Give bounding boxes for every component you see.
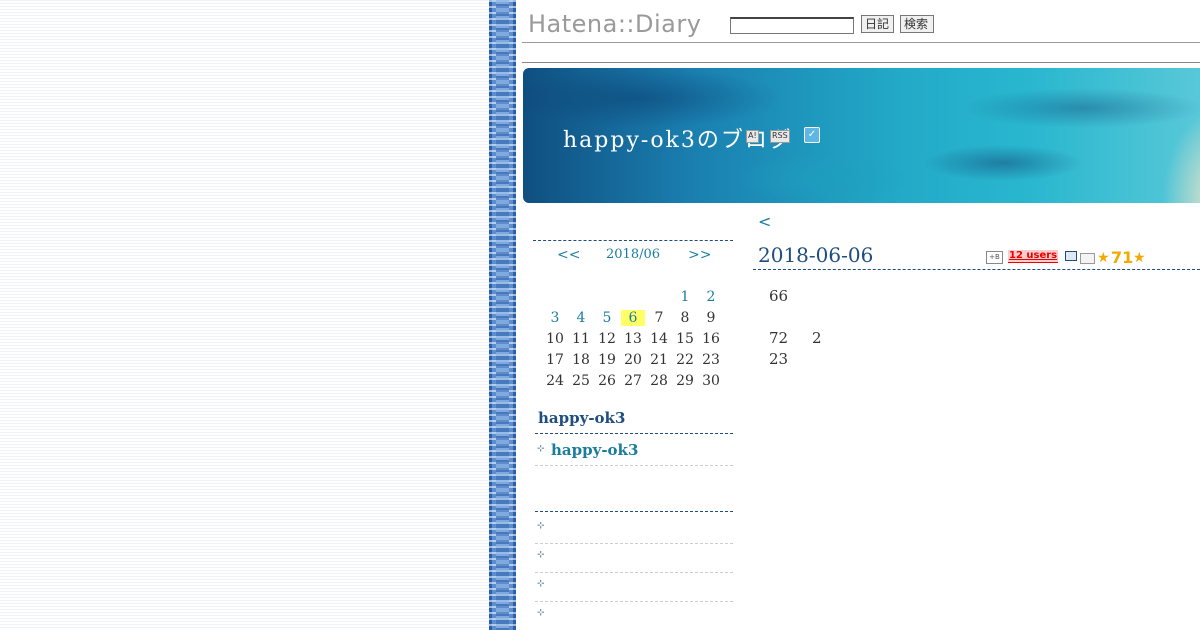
diary-button[interactable]: 日記 bbox=[861, 15, 894, 33]
calendar-day: 18 bbox=[572, 352, 590, 368]
prev-entry-link[interactable]: < bbox=[758, 212, 771, 231]
entry-text: 2 bbox=[812, 329, 822, 347]
sidebar-item-profile[interactable]: happy-ok3 bbox=[551, 441, 638, 459]
calendar-day: 10 bbox=[546, 331, 564, 347]
search-button[interactable]: 検索 bbox=[900, 15, 934, 33]
hatena-antenna-icon[interactable]: A! bbox=[746, 130, 759, 143]
section-rule bbox=[535, 433, 733, 434]
calendar-day: 8 bbox=[680, 310, 690, 326]
bullet-icon: ⊹ bbox=[537, 444, 545, 454]
section-rule bbox=[535, 511, 733, 512]
add-star-icon[interactable] bbox=[1080, 253, 1095, 264]
calendar-day[interactable]: 5 bbox=[595, 310, 619, 326]
calendar-day: 13 bbox=[624, 331, 642, 347]
calendar-day: 24 bbox=[546, 373, 564, 389]
entry-date[interactable]: 2018-06-06 bbox=[758, 243, 873, 267]
header-divider bbox=[522, 62, 1200, 63]
calendar-day: 21 bbox=[650, 352, 668, 368]
entry-rule bbox=[753, 269, 1200, 270]
entry-text: 72 bbox=[769, 329, 789, 347]
decorative-stripe bbox=[489, 0, 516, 630]
hatena-header: Hatena::Diary 日記 検索 bbox=[522, 0, 1200, 43]
calendar-day: 16 bbox=[702, 331, 720, 347]
calendar-day: 14 bbox=[650, 331, 668, 347]
calendar-day[interactable]: 2 bbox=[699, 289, 723, 305]
bullet-icon[interactable]: ⊹ bbox=[537, 580, 545, 589]
calendar-day: 17 bbox=[546, 352, 564, 368]
calendar-day: 9 bbox=[706, 310, 716, 326]
calendar-day: 29 bbox=[676, 373, 694, 389]
calendar-day: 19 bbox=[598, 352, 616, 368]
calendar-day: 23 bbox=[702, 352, 720, 368]
calendar-day: 12 bbox=[598, 331, 616, 347]
calendar-day[interactable]: 3 bbox=[543, 310, 567, 326]
hatena-diary-logo[interactable]: Hatena::Diary bbox=[528, 10, 701, 38]
search-input[interactable] bbox=[730, 17, 854, 34]
bookmark-users-badge[interactable]: 12 users bbox=[1008, 250, 1059, 263]
blog-banner: happy-ok3のブログ A! RSS ✓ bbox=[523, 68, 1200, 203]
calendar-day: 20 bbox=[624, 352, 642, 368]
calendar-day: 30 bbox=[702, 373, 720, 389]
calendar-prev-link[interactable]: << bbox=[557, 247, 580, 263]
calendar-day[interactable]: 4 bbox=[569, 310, 593, 326]
rss-icon[interactable]: RSS bbox=[770, 130, 790, 143]
calendar-next-link[interactable]: >> bbox=[688, 247, 711, 263]
sidebar-section-title: happy-ok3 bbox=[538, 409, 626, 427]
calendar-day: 26 bbox=[598, 373, 616, 389]
star-count[interactable]: 71 bbox=[1111, 248, 1133, 267]
calendar-top-rule bbox=[533, 240, 733, 241]
item-divider bbox=[535, 572, 733, 573]
twitter-icon[interactable]: ✓ bbox=[804, 127, 820, 143]
hatebu-add-icon[interactable]: +B bbox=[986, 251, 1003, 264]
calendar-day: 15 bbox=[676, 331, 694, 347]
comment-icon[interactable] bbox=[1065, 251, 1077, 261]
calendar-day: 25 bbox=[572, 373, 590, 389]
page-background bbox=[0, 0, 489, 630]
calendar-day: 22 bbox=[676, 352, 694, 368]
star-icon: ★ bbox=[1133, 250, 1146, 266]
calendar-day: 11 bbox=[572, 331, 590, 347]
bullet-icon[interactable]: ⊹ bbox=[537, 551, 545, 560]
item-divider bbox=[535, 543, 733, 544]
calendar-day: 7 bbox=[654, 310, 664, 326]
entry-text: 23 bbox=[769, 350, 789, 368]
item-divider bbox=[535, 465, 733, 466]
bullet-icon[interactable]: ⊹ bbox=[537, 522, 545, 531]
entry-text: 66 bbox=[769, 287, 789, 305]
calendar-day[interactable]: 1 bbox=[673, 289, 697, 305]
bullet-icon[interactable]: ⊹ bbox=[537, 609, 545, 618]
calendar-month[interactable]: 2018/06 bbox=[606, 247, 660, 262]
item-divider bbox=[535, 601, 733, 602]
calendar-day-today[interactable]: 6 bbox=[621, 310, 645, 326]
star-icon: ★ bbox=[1097, 250, 1110, 266]
calendar-day: 27 bbox=[624, 373, 642, 389]
calendar-day: 28 bbox=[650, 373, 668, 389]
